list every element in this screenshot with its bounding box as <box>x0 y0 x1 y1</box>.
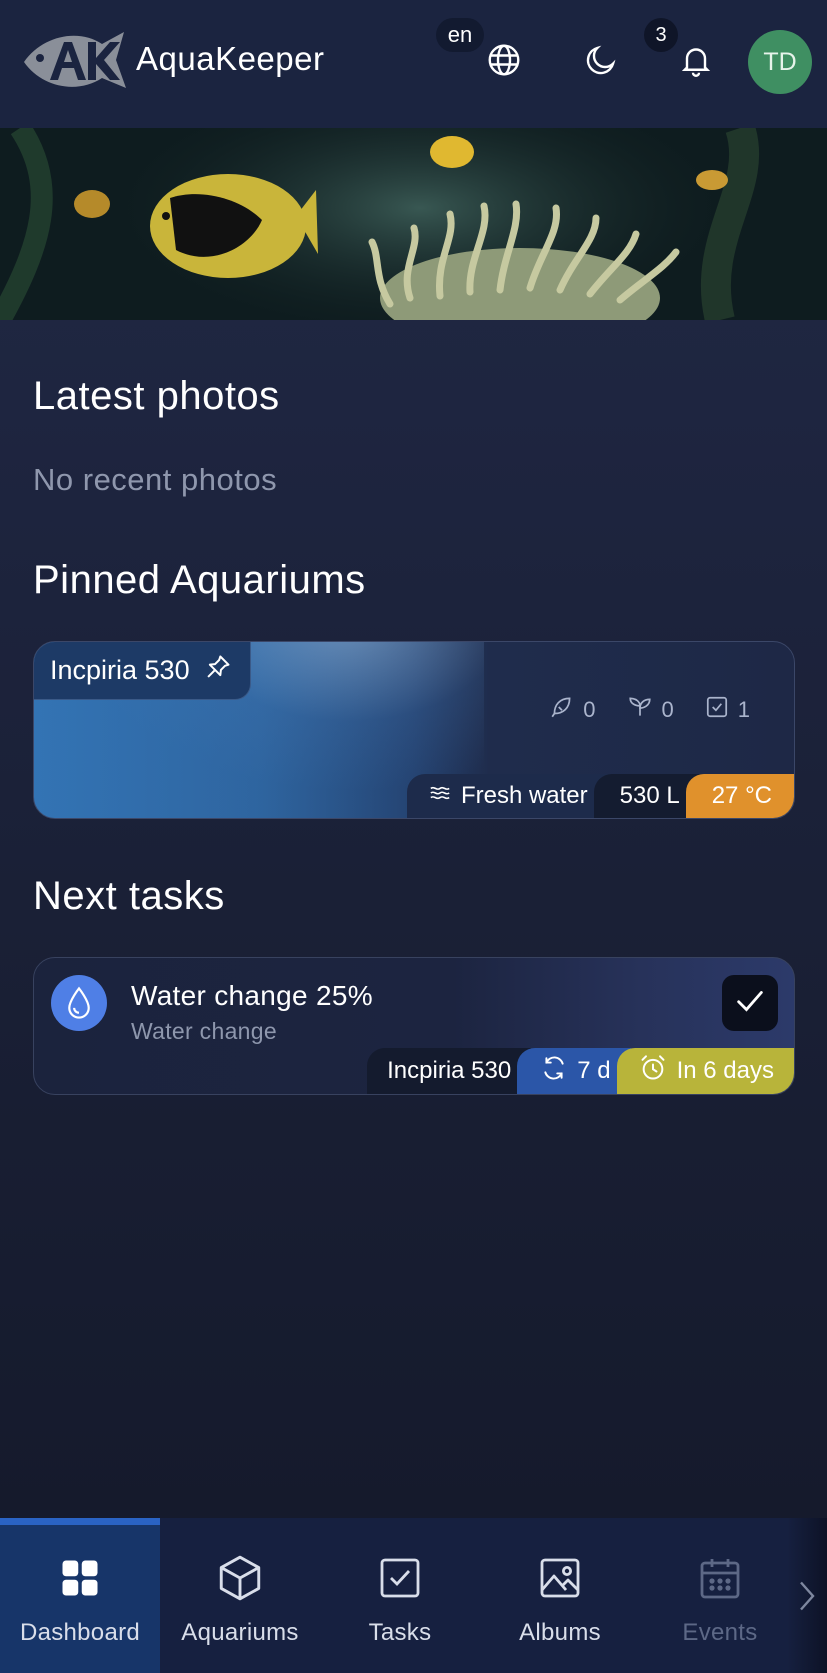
aquarium-name-tag[interactable]: Incpiria 530 <box>34 642 251 700</box>
fish-stat: 0 <box>549 694 596 726</box>
app-name: AquaKeeper <box>136 40 325 77</box>
nav-item-aquariums[interactable]: Aquariums <box>160 1518 320 1673</box>
task-stat: 1 <box>704 694 750 726</box>
checkbox-icon <box>375 1553 425 1603</box>
next-tasks-heading: Next tasks <box>33 874 225 918</box>
fish-count: 0 <box>583 697 596 722</box>
task-due-tag: In 6 days <box>616 1048 794 1094</box>
language-badge[interactable]: en <box>436 18 484 52</box>
aquarium-name: Incpiria 530 <box>50 655 190 685</box>
nav-label-aquariums: Aquariums <box>181 1619 299 1646</box>
bell-icon[interactable] <box>676 40 716 80</box>
nav-item-events[interactable]: Events <box>640 1518 800 1673</box>
cube-icon <box>215 1553 265 1603</box>
task-count: 1 <box>737 697 750 722</box>
bottom-navigation: Dashboard Aquariums Tasks Albums Events <box>0 1518 827 1673</box>
plant-stat: 0 <box>626 694 674 726</box>
alarm-clock-icon <box>639 1054 667 1089</box>
task-card[interactable]: Water change 25% Water change Incpiria 5… <box>33 957 795 1095</box>
aquarium-stats: 0 0 1 <box>549 694 750 726</box>
task-title: Water change 25% <box>131 980 373 1011</box>
task-aquarium-tag: Incpiria 530 <box>367 1048 532 1094</box>
task-tags: Incpiria 530 7 d In 6 days <box>367 1048 794 1094</box>
plant-count: 0 <box>661 697 674 722</box>
nav-scroll-right-chevron-icon[interactable] <box>787 1518 827 1673</box>
checkmark-icon <box>733 984 767 1023</box>
calendar-icon <box>695 1553 745 1603</box>
aquarium-tags: Fresh water 530 L 27 °C <box>406 774 794 818</box>
image-icon <box>535 1553 585 1603</box>
notification-count-badge: 3 <box>644 18 678 52</box>
pin-icon[interactable] <box>204 653 232 688</box>
fish-icon <box>549 694 575 726</box>
pinned-aquarium-card[interactable]: Incpiria 530 0 0 1 Fresh water 530 L 27 … <box>33 641 795 819</box>
nav-item-dashboard[interactable]: Dashboard <box>0 1518 160 1673</box>
nav-item-albums[interactable]: Albums <box>480 1518 640 1673</box>
waves-icon <box>429 782 451 810</box>
task-due-text: In 6 days <box>676 1057 774 1084</box>
task-type: Water change <box>131 1018 277 1044</box>
sprout-icon <box>626 694 654 726</box>
nav-label-events: Events <box>682 1619 758 1646</box>
nav-label-albums: Albums <box>519 1619 601 1646</box>
nav-item-tasks[interactable]: Tasks <box>320 1518 480 1673</box>
dark-mode-moon-icon[interactable] <box>581 40 621 80</box>
complete-task-button[interactable] <box>722 975 778 1031</box>
water-drop-icon <box>51 975 107 1031</box>
water-type: Fresh water <box>460 782 588 809</box>
water-type-tag: Fresh water <box>406 774 610 818</box>
hero-banner-image <box>0 128 827 320</box>
user-avatar[interactable]: TD <box>748 30 812 94</box>
dashboard-icon <box>55 1553 105 1603</box>
app-header: AquaKeeper en 3 TD <box>0 0 827 128</box>
task-repeat-interval: 7 d <box>577 1057 611 1084</box>
globe-icon[interactable] <box>484 40 524 80</box>
aquakeeper-logo[interactable] <box>20 22 132 98</box>
nav-label-tasks: Tasks <box>368 1619 432 1646</box>
checkbox-icon <box>704 694 730 726</box>
no-recent-photos-text: No recent photos <box>33 462 278 497</box>
task-repeat-tag: 7 d <box>517 1048 631 1094</box>
repeat-icon <box>541 1055 567 1088</box>
temperature-tag: 27 °C <box>685 774 794 818</box>
latest-photos-heading: Latest photos <box>33 374 280 418</box>
pinned-aquariums-heading: Pinned Aquariums <box>33 558 366 602</box>
nav-label-dashboard: Dashboard <box>19 1619 141 1646</box>
